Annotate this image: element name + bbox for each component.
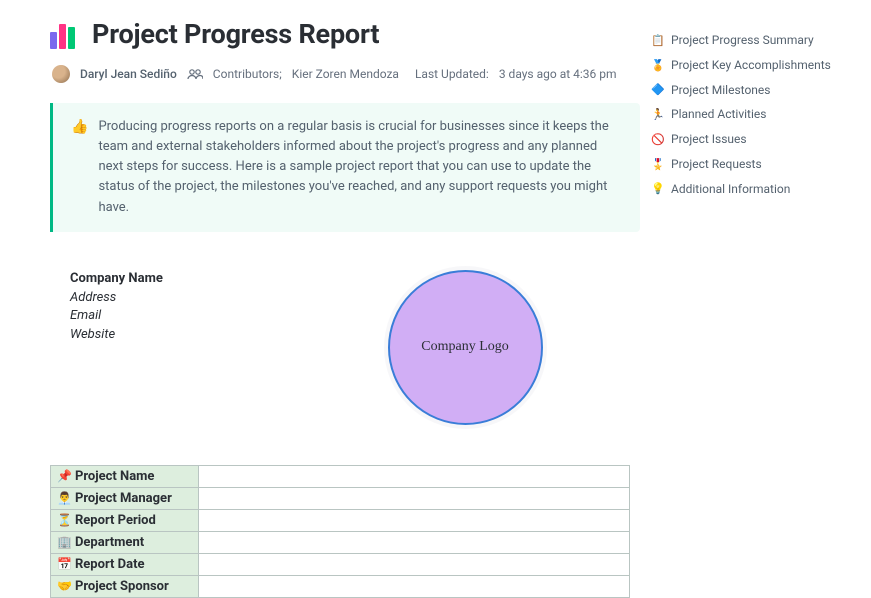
toc-item[interactable]: 🏅 Project Key Accomplishments (651, 53, 851, 78)
toc-item-icon: 💡 (651, 181, 665, 196)
toc-item-label: Project Issues (671, 131, 747, 148)
info-label: Project Sponsor (75, 579, 169, 594)
table-row: 📅Report Date (51, 553, 630, 575)
table-row: ⏳Report Period (51, 509, 630, 531)
updated-value: 3 days ago at 4:36 pm (499, 67, 617, 81)
page-title: Project Progress Report (92, 18, 379, 50)
toc-item-icon: 📋 (651, 33, 665, 48)
row-icon: 📌 (57, 469, 72, 483)
toc-item[interactable]: 🏃 Planned Activities (651, 102, 851, 127)
author-avatar[interactable] (52, 65, 70, 83)
row-icon: ⏳ (57, 513, 72, 527)
info-value-cell[interactable] (199, 531, 630, 553)
toc-item-icon: 🎖️ (651, 157, 665, 172)
company-email-label: Email (70, 307, 260, 326)
bar-chart-icon (50, 19, 80, 49)
company-address-label: Address (70, 289, 260, 308)
toc-item-label: Planned Activities (671, 106, 766, 123)
row-icon: 👨‍💼 (57, 491, 72, 505)
toc-item[interactable]: 🎖️ Project Requests (651, 152, 851, 177)
info-label: Project Name (75, 469, 155, 484)
table-row: 🤝Project Sponsor (51, 575, 630, 597)
callout-block[interactable]: 👍 Producing progress reports on a regula… (50, 103, 640, 232)
author-name[interactable]: Daryl Jean Sediño (80, 67, 177, 81)
info-label-cell: ⏳Report Period (51, 509, 199, 531)
info-value-cell[interactable] (199, 465, 630, 487)
meta-row: Daryl Jean Sediño Contributors; Kier Zor… (50, 65, 640, 83)
toc-item-label: Additional Information (671, 181, 790, 198)
toc-item-label: Project Progress Summary (671, 32, 814, 49)
info-label-cell: 🏢Department (51, 531, 199, 553)
info-label: Report Date (75, 557, 145, 572)
info-label-cell: 📌Project Name (51, 465, 199, 487)
info-label: Department (75, 535, 144, 550)
info-label-cell: 👨‍💼Project Manager (51, 487, 199, 509)
company-name-label: Company Name (70, 270, 260, 289)
company-logo-placeholder[interactable]: Company Logo (388, 270, 543, 425)
info-label-cell: 📅Report Date (51, 553, 199, 575)
info-value-cell[interactable] (199, 575, 630, 597)
title-row: Project Progress Report (50, 18, 640, 50)
row-icon: 📅 (57, 557, 72, 571)
info-value-cell[interactable] (199, 487, 630, 509)
toc-item[interactable]: 💡 Additional Information (651, 177, 851, 202)
row-icon: 🤝 (57, 579, 72, 593)
toc-item[interactable]: 📋 Project Progress Summary (651, 28, 851, 53)
callout-text: Producing progress reports on a regular … (98, 117, 622, 218)
toc-item-label: Project Milestones (671, 82, 771, 99)
contributors-label: Contributors; (213, 67, 282, 81)
row-icon: 🏢 (57, 535, 72, 549)
contributors-names[interactable]: Kier Zoren Mendoza (292, 67, 399, 81)
info-value-cell[interactable] (199, 509, 630, 531)
toc-item-icon: 🔷 (651, 82, 665, 97)
table-of-contents: 📋 Project Progress Summary 🏅 Project Key Ac… (651, 28, 851, 202)
table-row: 👨‍💼Project Manager (51, 487, 630, 509)
table-row: 🏢Department (51, 531, 630, 553)
toc-item-label: Project Key Accomplishments (671, 57, 831, 74)
toc-item[interactable]: 🚫 Project Issues (651, 127, 851, 152)
toc-item-icon: 🏃 (651, 107, 665, 122)
contributors-icon (187, 68, 203, 80)
company-website-label: Website (70, 326, 260, 345)
toc-item-label: Project Requests (671, 156, 762, 173)
info-label-cell: 🤝Project Sponsor (51, 575, 199, 597)
company-logo-wrap: Company Logo (290, 270, 640, 425)
info-label: Project Manager (75, 491, 172, 506)
thumbs-up-icon: 👍 (71, 117, 88, 218)
company-text[interactable]: Company Name Address Email Website (70, 270, 260, 425)
toc-item-icon: 🚫 (651, 132, 665, 147)
company-block: Company Name Address Email Website Compa… (50, 270, 640, 425)
updated-label: Last Updated: (415, 67, 489, 81)
info-value-cell[interactable] (199, 553, 630, 575)
toc-item[interactable]: 🔷 Project Milestones (651, 78, 851, 103)
table-row: 📌Project Name (51, 465, 630, 487)
toc-item-icon: 🏅 (651, 58, 665, 73)
info-label: Report Period (75, 513, 156, 528)
